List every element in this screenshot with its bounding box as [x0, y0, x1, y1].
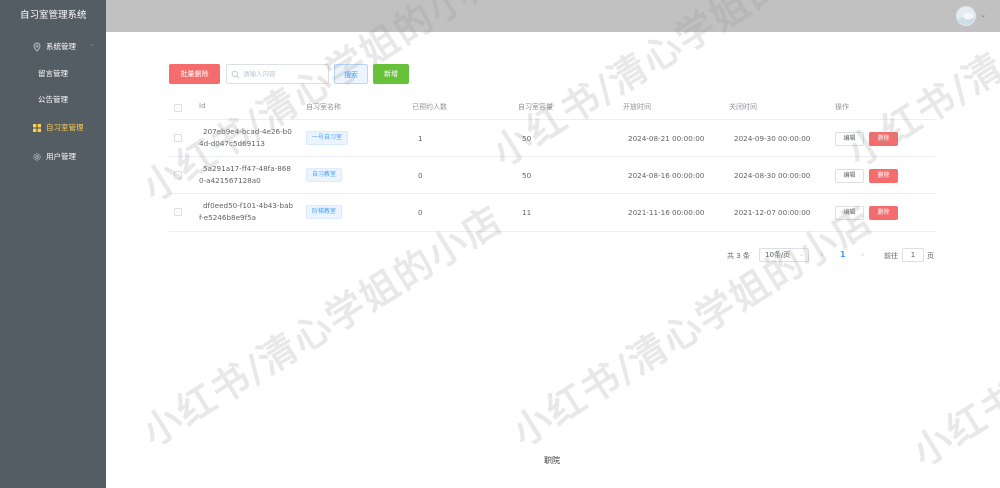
- table-divider: [169, 231, 936, 232]
- sidebar-item-label: 自习室管理: [46, 123, 84, 132]
- column-header-booked: 已预约人数: [412, 103, 447, 111]
- watermark-text: 小红书/清心学姐的小店: [134, 197, 511, 455]
- sidebar-item-label: 公告管理: [38, 95, 68, 104]
- watermark-text: 小红书/清心学姐的小店: [504, 197, 881, 455]
- room-name-tag: 自习教室: [306, 168, 343, 182]
- cell-open-time: 2024-08-16 00:00:00: [628, 171, 705, 180]
- pagination-total: 共 3 条: [727, 252, 750, 260]
- sidebar-item-notice-management[interactable]: 公告管理: [0, 87, 106, 113]
- watermark: 小红书/清心学姐的小店 小红书/清心学姐的小店 小红书/清心学姐的小店 小红书/…: [0, 0, 1000, 488]
- sidebar-item-system-management[interactable]: 系统管理 ⌃: [0, 34, 106, 60]
- chevron-down-icon: ⌄: [798, 251, 804, 258]
- cell-booked: 0: [418, 208, 423, 217]
- cell-open-time: 2024-08-21 00:00:00: [628, 134, 705, 143]
- table-divider: [169, 156, 936, 157]
- room-name-tag: 一号自习室: [306, 131, 349, 145]
- footer-text: 职院: [544, 456, 560, 465]
- cell-capacity: 11: [522, 208, 532, 217]
- prev-page-button[interactable]: ‹: [820, 250, 823, 259]
- cell-close-time: 2024-09-30 00:00:00: [734, 134, 811, 143]
- location-pin-icon: [33, 42, 41, 52]
- delete-button[interactable]: 删除: [869, 169, 898, 183]
- edit-button[interactable]: 编辑: [835, 132, 864, 146]
- cell-close-time: 2021-12-07 00:00:00: [734, 208, 811, 217]
- cell-capacity: 50: [522, 134, 532, 143]
- search-button[interactable]: 搜索: [334, 64, 368, 84]
- page-size-select[interactable]: 10条/页 ⌄: [759, 248, 809, 262]
- column-header-close-time: 关闭时间: [729, 103, 757, 111]
- row-checkbox[interactable]: [174, 208, 182, 216]
- select-all-checkbox[interactable]: [174, 104, 182, 112]
- room-name-tag: 阶梯教室: [306, 205, 343, 219]
- sidebar: 自习室管理系统 系统管理 ⌃ 留言管理 公告管理 自习室管理 用户管理: [0, 0, 106, 488]
- goto-page-input[interactable]: 1: [902, 248, 924, 262]
- cell-close-time: 2024-08-30 00:00:00: [734, 171, 811, 180]
- cell-capacity: 50: [522, 171, 532, 180]
- page-size-value: 10条/页: [765, 251, 791, 259]
- goto-unit: 页: [927, 252, 934, 260]
- sidebar-item-user-management[interactable]: 用户管理: [0, 144, 106, 170]
- column-header-name: 自习室名称: [306, 103, 341, 111]
- chevron-up-icon: ⌃: [89, 43, 95, 51]
- sidebar-item-study-room-management[interactable]: 自习室管理: [0, 115, 106, 141]
- sidebar-item-label: 留言管理: [38, 69, 68, 78]
- add-button[interactable]: 新增: [373, 64, 409, 84]
- goto-label: 前往: [884, 252, 898, 260]
- cell-booked: 0: [418, 171, 423, 180]
- edit-button[interactable]: 编辑: [835, 169, 864, 183]
- next-page-button[interactable]: ›: [861, 250, 864, 259]
- column-header-capacity: 自习室容量: [518, 103, 553, 111]
- sidebar-item-label: 用户管理: [46, 152, 76, 161]
- column-header-open-time: 开放时间: [623, 103, 651, 111]
- chevron-down-icon[interactable]: ⌄: [980, 11, 986, 19]
- sidebar-item-label: 系统管理: [46, 42, 76, 51]
- search-icon: [231, 70, 240, 79]
- cell-id: df0eed50-f101-4b43-babf-e5246b8e9f5a: [199, 201, 294, 222]
- table-divider: [169, 119, 936, 120]
- cell-id: 207eb9e4-bcad-4e26-b04d-d047c5d69113: [199, 127, 292, 148]
- grid-icon: [33, 124, 41, 132]
- delete-button[interactable]: 删除: [869, 132, 898, 146]
- cell-open-time: 2021-11-16 00:00:00: [628, 208, 705, 217]
- column-header-id: Id: [199, 102, 206, 110]
- search-input-wrapper: [226, 64, 329, 84]
- table-divider: [169, 193, 936, 194]
- edit-button[interactable]: 编辑: [835, 206, 864, 220]
- gear-icon: [33, 153, 41, 161]
- row-checkbox[interactable]: [174, 134, 182, 142]
- column-header-actions: 操作: [835, 103, 849, 111]
- cell-booked: 1: [418, 134, 423, 143]
- top-header: ⌄: [106, 0, 1000, 32]
- batch-delete-button[interactable]: 批量删除: [169, 64, 220, 84]
- avatar-icon[interactable]: [956, 6, 976, 26]
- sidebar-item-message-management[interactable]: 留言管理: [0, 61, 106, 87]
- delete-button[interactable]: 删除: [869, 206, 898, 220]
- page-number-current[interactable]: 1: [840, 250, 846, 259]
- row-checkbox[interactable]: [174, 171, 182, 179]
- cell-id: 5a291a17-ff47-48fa-8680-a421567128a0: [199, 164, 291, 185]
- app-title: 自习室管理系统: [20, 10, 87, 21]
- search-input[interactable]: [243, 66, 325, 82]
